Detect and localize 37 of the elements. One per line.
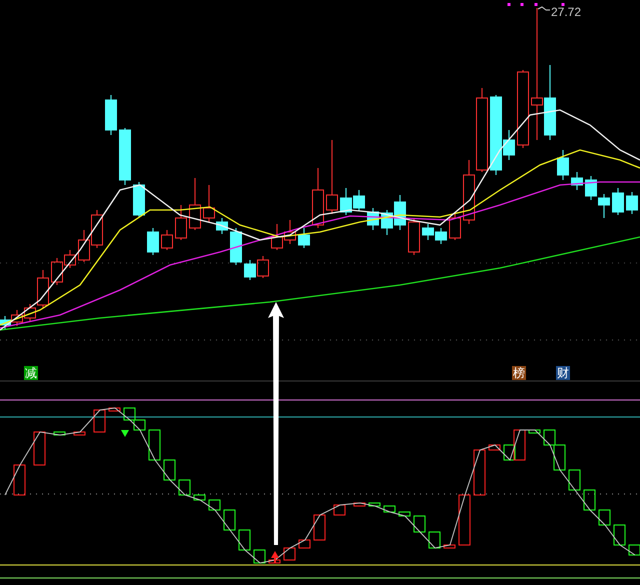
candlestick [119, 128, 131, 186]
candlestick [598, 194, 610, 218]
candlestick [612, 188, 624, 216]
candlestick [189, 178, 201, 230]
candlestick [230, 228, 242, 266]
candlestick [284, 220, 296, 244]
leader-line [538, 6, 550, 10]
candlestick [449, 214, 461, 240]
signal-label: 财 [556, 366, 570, 380]
candlestick [463, 160, 475, 224]
candlestick [257, 256, 269, 278]
signal-label: 榜 [512, 366, 526, 380]
candlestick [78, 230, 90, 262]
signal-label: 减 [24, 366, 38, 380]
candlestick [571, 172, 583, 190]
candlestick [394, 194, 406, 230]
candlestick [161, 230, 173, 250]
candlestick [367, 208, 379, 230]
candlestick [422, 224, 434, 240]
candlestick [105, 94, 117, 136]
price-label: 27.72 [551, 6, 582, 18]
candlestick [381, 210, 393, 236]
candlestick [312, 168, 324, 228]
candlestick [626, 192, 638, 214]
candlestick [11, 310, 23, 326]
candlestick [175, 204, 187, 240]
candlestick [91, 210, 103, 248]
candlestick [133, 182, 145, 218]
candlestick [298, 228, 310, 248]
candlestick [435, 228, 447, 244]
candlestick [244, 260, 256, 280]
candlestick [557, 150, 569, 180]
candlestick [353, 190, 365, 212]
candlestick [340, 188, 352, 216]
candlestick [585, 176, 597, 200]
candlestick [147, 228, 159, 256]
candlestick [271, 224, 283, 250]
